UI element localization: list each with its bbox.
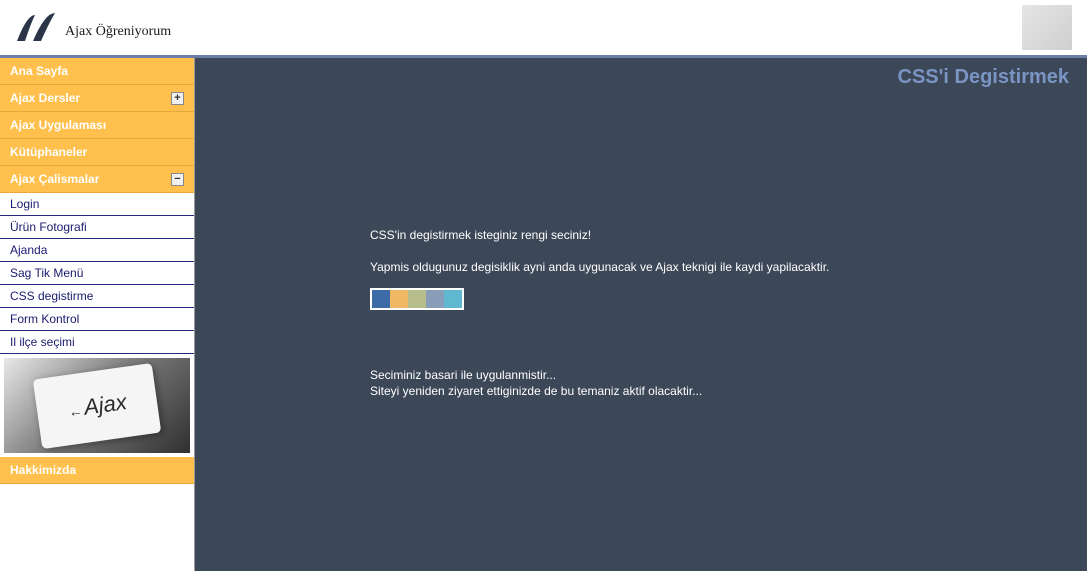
subnav-item-css-change[interactable]: CSS degistirme <box>0 285 194 308</box>
subnav-item-province-select[interactable]: Il ilçe seçimi <box>0 331 194 354</box>
nav-item-application[interactable]: Ajax Uygulaması <box>0 112 194 139</box>
logo-swoosh-icon <box>15 11 63 45</box>
nav-label: Ajax Uygulaması <box>10 118 106 132</box>
subnav-item-product-photo[interactable]: Ürün Fotografi <box>0 216 194 239</box>
primary-nav: Ana Sayfa Ajax Dersler + Ajax Uygulaması… <box>0 58 194 193</box>
nav-label: Kütüphaneler <box>10 145 87 159</box>
sub-nav: Login Ürün Fotografi Ajanda Sag Tik Menü… <box>0 193 194 354</box>
plus-icon[interactable]: + <box>171 92 184 105</box>
subnav-item-rightclick-menu[interactable]: Sag Tik Menü <box>0 262 194 285</box>
status-message-2: Siteyi yeniden ziyaret ettiginizde de bu… <box>370 384 1087 398</box>
header-decoration-image <box>1022 5 1072 50</box>
logo-text: Ajax Öğreniyorum <box>65 24 171 45</box>
header: Ajax Öğreniyorum <box>0 0 1087 58</box>
color-swatch-row <box>370 288 464 310</box>
nav-item-lessons[interactable]: Ajax Dersler + <box>0 85 194 112</box>
color-swatch-blue[interactable] <box>372 290 390 308</box>
instruction-text-1: CSS'in degistirmek isteginiz rengi secin… <box>370 228 1087 242</box>
nav-label: Ajax Dersler <box>10 91 80 105</box>
nav-label: Ajax Çalismalar <box>10 172 99 186</box>
main-container: Ana Sayfa Ajax Dersler + Ajax Uygulaması… <box>0 58 1087 571</box>
nav-item-libraries[interactable]: Kütüphaneler <box>0 139 194 166</box>
bottom-nav: Hakkimizda <box>0 457 194 484</box>
content-area: CSS'i Degistirmek CSS'in degistirmek ist… <box>195 58 1087 571</box>
nav-item-about[interactable]: Hakkimizda <box>0 457 194 484</box>
logo-section: Ajax Öğreniyorum <box>15 11 171 45</box>
status-message-1: Seciminiz basari ile uygulanmistir... <box>370 368 1087 382</box>
nav-label: Hakkimizda <box>10 463 76 477</box>
nav-item-works[interactable]: Ajax Çalismalar − <box>0 166 194 193</box>
color-swatch-orange[interactable] <box>390 290 408 308</box>
color-swatch-cyan[interactable] <box>444 290 462 308</box>
page-title: CSS'i Degistirmek <box>898 66 1069 89</box>
color-swatch-grayblue[interactable] <box>426 290 444 308</box>
subnav-item-agenda[interactable]: Ajanda <box>0 239 194 262</box>
sidebar-promo-image: Ajax <box>4 358 190 453</box>
subnav-item-login[interactable]: Login <box>0 193 194 216</box>
nav-item-home[interactable]: Ana Sayfa <box>0 58 194 85</box>
sidebar: Ana Sayfa Ajax Dersler + Ajax Uygulaması… <box>0 58 195 571</box>
minus-icon[interactable]: − <box>171 173 184 186</box>
nav-label: Ana Sayfa <box>10 64 68 78</box>
content-body: CSS'in degistirmek isteginiz rengi secin… <box>195 58 1087 398</box>
color-swatch-olive[interactable] <box>408 290 426 308</box>
ajax-key-text: Ajax <box>66 389 128 423</box>
instruction-text-2: Yapmis oldugunuz degisiklik ayni anda uy… <box>370 260 1087 274</box>
subnav-item-form-control[interactable]: Form Kontrol <box>0 308 194 331</box>
